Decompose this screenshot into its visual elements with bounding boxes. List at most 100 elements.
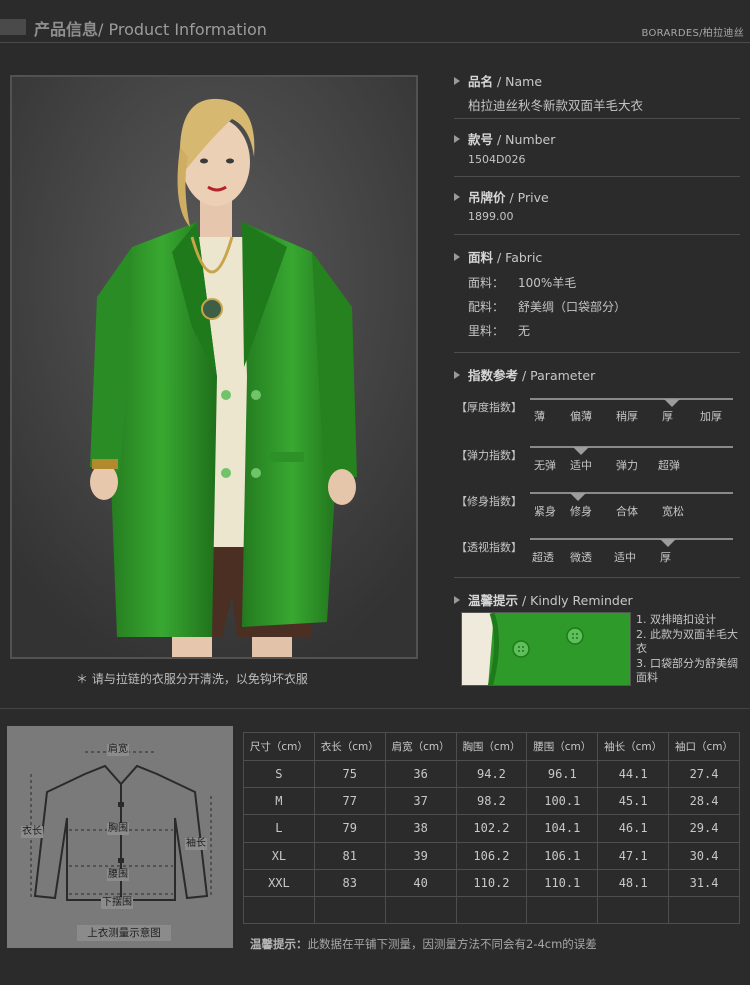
column-header: 袖口（cm）	[668, 732, 740, 761]
table-cell: 110.2	[455, 868, 528, 897]
table-cell: 29.4	[668, 814, 740, 843]
table-cell: 81	[313, 841, 386, 870]
param-option: 适中	[614, 551, 636, 564]
product-number: 1504D026	[468, 153, 526, 166]
reminder-heading: 温馨提示 / Kindly Reminder	[454, 590, 633, 609]
table-cell: 47.1	[597, 841, 670, 870]
table-cell: 37	[384, 787, 457, 816]
fabric-row-label: 面料：	[468, 276, 505, 290]
measurement-diagram: 肩宽 衣长 胸围 袖长 腰围 下摆围 上衣测量示意图	[7, 726, 233, 948]
reminder-item: 1. 双排暗扣设计	[636, 613, 716, 626]
param-elasticity-track	[530, 446, 733, 448]
price-heading-cn: 吊牌价	[468, 190, 506, 205]
section-divider	[0, 708, 750, 709]
param-option: 合体	[616, 505, 638, 518]
name-heading-en: / Name	[493, 74, 543, 89]
table-cell: 98.2	[455, 787, 528, 816]
table-cell	[313, 895, 386, 925]
diagram-label-length: 衣长	[21, 826, 43, 838]
table-row-empty	[243, 895, 740, 925]
reminder-item: 3. 口袋部分为舒美绸面料	[636, 656, 738, 685]
column-header: 胸围（cm）	[455, 732, 528, 761]
table-cell: 44.1	[597, 759, 670, 789]
measurement-tip-label: 温馨提示：	[250, 937, 308, 951]
parameter-heading: 指数参考 / Parameter	[454, 365, 595, 384]
fabric-row-value: 无	[518, 324, 531, 338]
param-option: 超透	[532, 551, 554, 564]
parameter-heading-en: / Parameter	[518, 368, 596, 383]
table-cell: 30.4	[668, 841, 740, 870]
table-row: M 77 37 98.2 100.1 45.1 28.4	[243, 787, 740, 816]
param-option: 加厚	[700, 410, 722, 423]
table-cell: 94.2	[455, 759, 528, 789]
bullet-triangle-icon	[454, 596, 460, 604]
param-option: 厚	[662, 410, 673, 423]
name-heading: 品名 / Name	[454, 71, 542, 90]
table-cell: 100.1	[526, 787, 599, 816]
fabric-row-value: 100%羊毛	[518, 276, 577, 290]
table-cell	[668, 895, 740, 925]
reminder-item: 2. 此款为双面羊毛大衣	[636, 627, 738, 656]
model-photo	[10, 75, 418, 659]
param-option: 宽松	[662, 505, 684, 518]
table-cell	[384, 895, 457, 925]
table-cell	[243, 895, 315, 925]
name-heading-cn: 品名	[468, 74, 494, 89]
number-heading: 款号 / Number	[454, 129, 555, 148]
price-heading: 吊牌价 / Prive	[454, 187, 549, 206]
param-option: 弹力	[616, 459, 638, 472]
param-option: 微透	[570, 551, 592, 564]
param-option: 厚	[660, 551, 671, 564]
diagram-label-chest: 胸围	[107, 823, 129, 835]
measurement-tip-text: 此数据在平铺下测量，因测量方法不同会有2-4cm的误差	[307, 937, 597, 951]
product-name: 柏拉迪丝秋冬新款双面羊毛大衣	[468, 98, 644, 113]
fabric-row-label: 配料：	[468, 300, 505, 314]
table-cell: XXL	[243, 868, 315, 897]
fabric-heading-en: / Fabric	[493, 250, 543, 265]
table-row: S 75 36 94.2 96.1 44.1 27.4	[243, 759, 740, 789]
section-title-en: / Product Information	[98, 20, 267, 39]
table-row: XL 81 39 106.2 106.1 47.1 30.4	[243, 841, 740, 870]
divider	[454, 577, 740, 578]
bullet-triangle-icon	[454, 253, 460, 261]
table-cell: 46.1	[597, 814, 670, 843]
bullet-triangle-icon	[454, 135, 460, 143]
table-row: L 79 38 102.2 104.1 46.1 29.4	[243, 814, 740, 843]
table-cell: M	[243, 787, 315, 816]
table-cell: 27.4	[668, 759, 740, 789]
header-accent-block	[0, 19, 26, 35]
diagram-label-waist: 腰围	[107, 869, 129, 881]
diagram-label-sleeve: 袖长	[185, 838, 207, 850]
param-option: 修身	[570, 505, 592, 518]
section-title: 产品信息/ Product Information	[34, 16, 267, 40]
diagram-caption: 上衣测量示意图	[77, 925, 171, 941]
size-table: 尺寸（cm） 衣长（cm） 肩宽（cm） 胸围（cm） 腰围（cm） 袖长（cm…	[243, 732, 740, 925]
column-header: 肩宽（cm）	[384, 732, 457, 761]
param-option: 紧身	[534, 505, 556, 518]
number-heading-cn: 款号	[468, 132, 494, 147]
divider	[454, 234, 740, 235]
param-fit-track	[530, 492, 733, 494]
table-cell: 28.4	[668, 787, 740, 816]
diagram-label-hem: 下摆围	[101, 897, 133, 909]
wash-note: ＊ 请与拉链的衣服分开清洗，以免钩坏衣服	[76, 672, 308, 686]
table-cell: 48.1	[597, 868, 670, 897]
fabric-heading: 面料 / Fabric	[454, 247, 542, 266]
table-cell: 110.1	[526, 868, 599, 897]
price-heading-en: / Prive	[505, 190, 549, 205]
param-option: 薄	[534, 410, 545, 423]
table-cell	[526, 895, 599, 925]
column-header: 衣长（cm）	[313, 732, 386, 761]
table-cell: XL	[243, 841, 315, 870]
page-header: 产品信息/ Product Information BORARDES/柏拉迪丝	[0, 0, 750, 48]
table-cell: 104.1	[526, 814, 599, 843]
reminder-list: 1. 双排暗扣设计 2. 此款为双面羊毛大衣 3. 口袋部分为舒美绸面料	[636, 613, 744, 686]
param-option: 稍厚	[616, 410, 638, 423]
diagram-label-shoulder: 肩宽	[107, 744, 129, 756]
table-cell: 75	[313, 759, 386, 789]
fabric-row-label: 里料：	[468, 324, 505, 338]
reminder-heading-en: / Kindly Reminder	[518, 593, 633, 608]
table-cell: 79	[313, 814, 386, 843]
column-header: 袖长（cm）	[597, 732, 670, 761]
reminder-heading-cn: 温馨提示	[468, 593, 519, 608]
